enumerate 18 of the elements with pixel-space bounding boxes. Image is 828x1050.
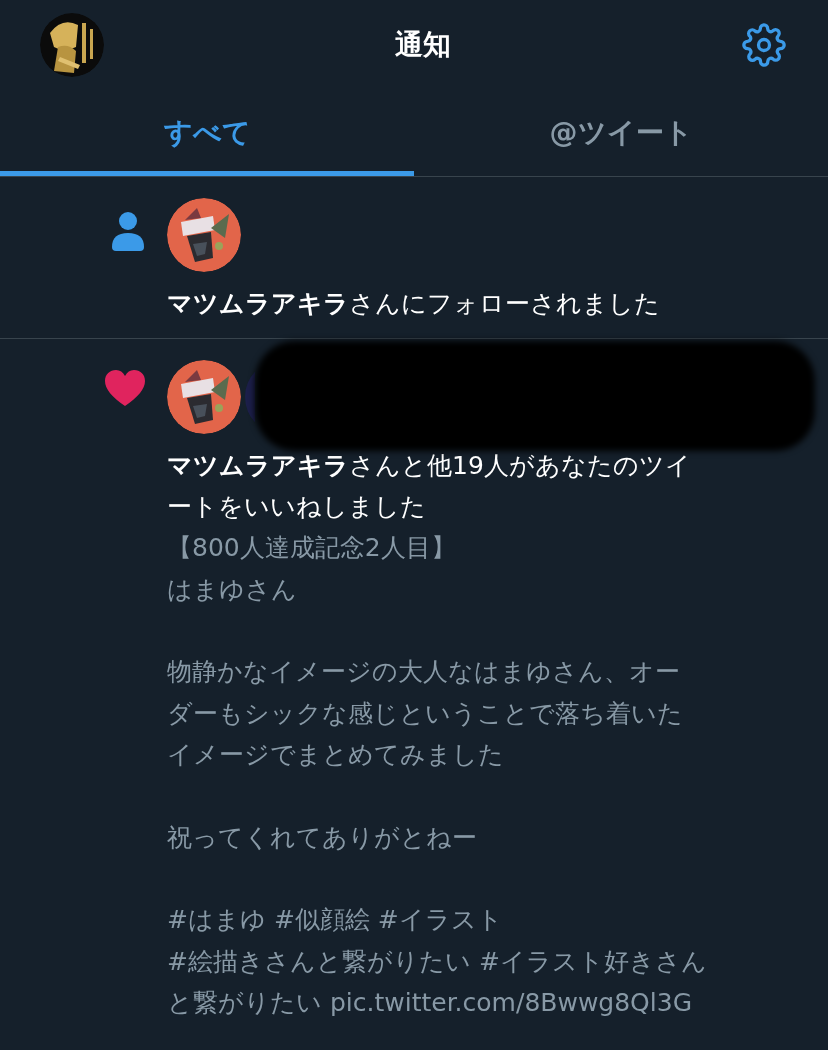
notification-text: マツムラアキラさんと他19人があなたのツイ	[167, 450, 691, 482]
tweet-text: イメージでまとめてみました	[167, 739, 504, 771]
tweet-text: #絵描きさんと繋がりたい #イラスト好きさん	[167, 945, 707, 978]
notification-text: ートをいいねしました	[167, 491, 426, 523]
tab[interactable]: すべて	[0, 90, 414, 176]
tab[interactable]: @ツイート	[414, 90, 828, 176]
tweet-text: #はまゆ #似顔絵 #イラスト	[167, 904, 503, 936]
tweet-text: はまゆさん	[167, 573, 297, 606]
notification-text: マツムラアキラさんにフォローされました	[167, 288, 660, 320]
heart-icon	[104, 369, 146, 407]
tweet-text: 祝ってくれてありがとねー	[167, 821, 477, 854]
person-icon	[110, 211, 146, 251]
tweet-text: 物静かなイメージの大人なはまゆさん、オー	[167, 656, 680, 688]
page-title: 通知	[395, 27, 451, 63]
tweet-text: 【800人達成記念2人目】	[167, 532, 456, 564]
settings-icon[interactable]	[742, 23, 786, 67]
tweet-text: ダーもシックな感じということで落ち着いた	[167, 697, 683, 730]
tweet-text: と繋がりたい pic.twitter.com/8Bwwg8Ql3G	[167, 987, 692, 1019]
